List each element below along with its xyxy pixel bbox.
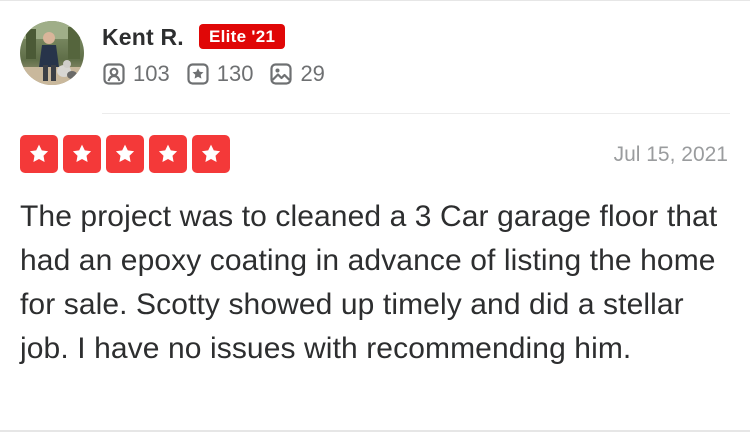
star-icon	[20, 135, 58, 173]
photo-icon	[270, 63, 293, 85]
friends-stat: 103	[102, 61, 170, 87]
user-stats: 103 130 29	[102, 61, 341, 87]
star-icon	[63, 135, 101, 173]
reviews-count: 130	[216, 61, 254, 86]
review-date: Jul 15, 2021	[613, 143, 728, 166]
reviews-stat: 130	[186, 61, 254, 87]
friends-icon	[103, 63, 125, 85]
star-rating	[20, 135, 235, 173]
header-divider	[102, 113, 730, 114]
star-icon	[192, 135, 230, 173]
avatar[interactable]	[20, 21, 84, 85]
review-text: The project was to cleaned a 3 Car garag…	[20, 200, 718, 365]
top-divider	[0, 0, 750, 1]
star-icon	[149, 135, 187, 173]
review-star-icon	[187, 63, 209, 85]
photos-stat: 29	[269, 61, 325, 87]
user-name[interactable]: Kent R.	[102, 24, 184, 51]
elite-badge[interactable]: Elite '21	[199, 24, 286, 49]
friends-count: 103	[133, 61, 170, 86]
photos-count: 29	[300, 61, 325, 86]
star-icon	[106, 135, 144, 173]
review-card: Kent R. Elite '21 103 130 29 Jul 15, 202…	[0, 0, 750, 432]
